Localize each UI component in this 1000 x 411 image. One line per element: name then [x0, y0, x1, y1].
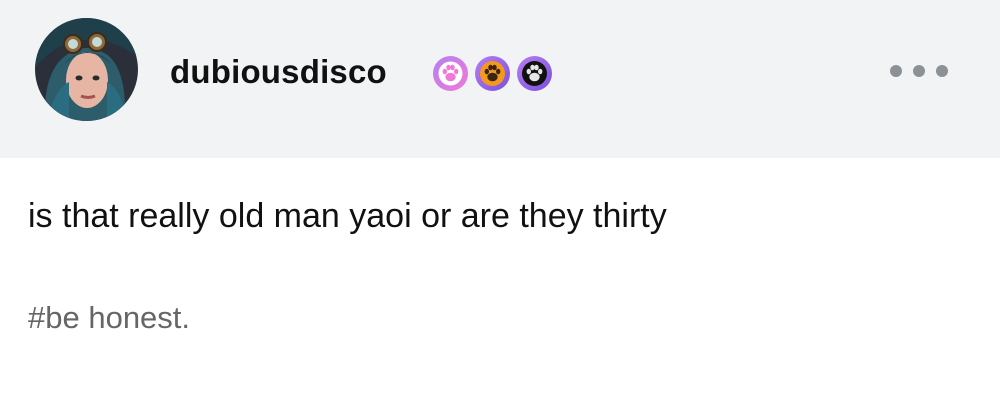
avatar-image [35, 18, 138, 121]
avatar[interactable] [35, 18, 138, 121]
post-card: dubiousdisco is that really old man yaoi… [0, 0, 1000, 411]
more-dot-icon [913, 65, 925, 77]
more-options-button[interactable] [890, 55, 948, 87]
post-header: dubiousdisco [0, 0, 1000, 158]
more-dot-icon [890, 65, 902, 77]
post-tag-link[interactable]: #be honest. [28, 296, 190, 340]
paw-badge-orange-icon[interactable] [474, 55, 511, 92]
user-badges [432, 54, 558, 92]
paw-badge-black-icon[interactable] [516, 55, 553, 92]
username-link[interactable]: dubiousdisco [170, 48, 387, 96]
paw-badge-pink-icon[interactable] [432, 55, 469, 92]
post-body-text: is that really old man yaoi or are they … [28, 197, 667, 235]
more-dot-icon [936, 65, 948, 77]
